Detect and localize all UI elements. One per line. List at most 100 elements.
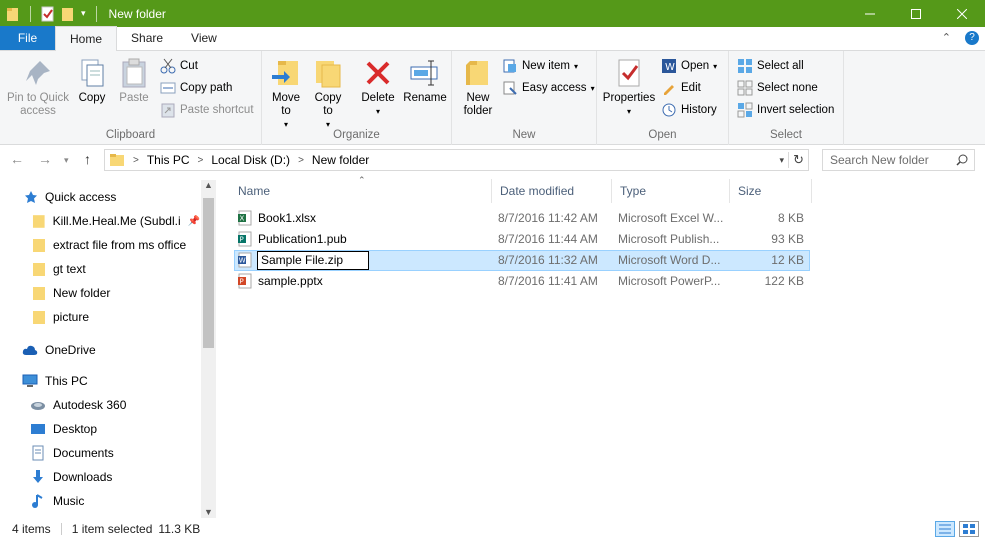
nav-item-new-folder[interactable]: New folder: [32, 282, 110, 304]
close-button[interactable]: [939, 0, 985, 27]
nav-item-downloads[interactable]: Downloads: [30, 466, 112, 488]
back-arrow-icon[interactable]: ←: [10, 151, 24, 167]
documents-icon: [32, 445, 44, 461]
properties-button[interactable]: Properties ▾: [601, 57, 657, 118]
paste-button[interactable]: Paste: [114, 57, 154, 105]
close-icon: [957, 8, 967, 19]
nav-item-documents[interactable]: Documents: [30, 442, 114, 464]
computer-icon: [22, 374, 38, 387]
large-icons-view-button[interactable]: [959, 521, 979, 537]
paste-shortcut-button[interactable]: Paste shortcut: [160, 100, 254, 120]
nav-item-gt-text[interactable]: gt text: [32, 258, 86, 280]
nav-scrollbar[interactable]: ▲ ▼: [201, 180, 216, 518]
column-header-date[interactable]: Date modified: [492, 179, 612, 203]
maximize-icon: [911, 8, 921, 19]
nav-item-music[interactable]: Music: [30, 490, 84, 512]
new-folder-icon[interactable]: [61, 6, 75, 22]
recent-locations-dropdown-icon[interactable]: ▾: [64, 155, 69, 166]
edit-button[interactable]: Edit: [661, 78, 701, 98]
maximize-button[interactable]: [893, 0, 939, 27]
address-row: ← → ▾ ↑ > This PC > Local Disk (D:) > Ne…: [0, 145, 985, 175]
select-all-button[interactable]: Select all: [737, 56, 804, 76]
nav-item-autodesk-360[interactable]: Autodesk 360: [30, 394, 126, 416]
copy-path-button[interactable]: Copy path: [160, 78, 232, 98]
refresh-icon[interactable]: ↻: [788, 152, 804, 168]
file-row-sample-pptx[interactable]: P sample.pptx 8/7/2016 11:41 AM Microsof…: [234, 271, 810, 292]
svg-text:P: P: [240, 236, 244, 244]
breadcrumb-separator-icon[interactable]: >: [133, 155, 139, 166]
powerpoint-icon: P: [238, 273, 252, 289]
cut-button[interactable]: Cut: [160, 56, 198, 76]
breadcrumb-this-pc[interactable]: This PC: [147, 153, 190, 167]
nav-item-picture[interactable]: picture: [32, 306, 89, 328]
tab-home[interactable]: Home: [55, 26, 118, 51]
column-header-size[interactable]: Size: [730, 179, 812, 203]
copy-button[interactable]: Copy: [74, 57, 110, 105]
column-header-name[interactable]: Name: [230, 179, 492, 203]
history-button[interactable]: History: [661, 100, 717, 120]
breadcrumb-separator-icon[interactable]: >: [298, 155, 304, 166]
nav-this-pc[interactable]: This PC: [22, 370, 88, 392]
address-dropdown-icon[interactable]: ▾: [779, 155, 784, 166]
nav-item-extract-file[interactable]: extract file from ms office: [32, 234, 186, 256]
history-icon: [662, 103, 676, 117]
tab-share[interactable]: Share: [117, 26, 177, 50]
nav-item-kill-me-heal-me[interactable]: Kill.Me.Heal.Me (Subdl.iR 📌: [32, 210, 200, 232]
move-to-button[interactable]: Move to ▾: [268, 57, 304, 131]
svg-text:X: X: [240, 215, 245, 223]
pin-to-quick-access-button[interactable]: Pin to Quick access: [6, 57, 70, 118]
breadcrumb-new-folder[interactable]: New folder: [312, 153, 369, 167]
easy-access-button[interactable]: Easy access ▾: [502, 78, 595, 98]
status-selected: 1 item selected: [71, 522, 153, 536]
nav-item-desktop[interactable]: Desktop: [30, 418, 97, 440]
details-view-icon: [939, 524, 951, 534]
copy-to-button[interactable]: Copy to ▾: [310, 57, 346, 131]
svg-text:W: W: [665, 62, 675, 73]
details-view-button[interactable]: [935, 521, 955, 537]
tab-view[interactable]: View: [177, 26, 231, 50]
open-button[interactable]: W Open ▾: [661, 56, 717, 76]
scroll-down-icon[interactable]: ▼: [204, 507, 213, 517]
file-row-publication1[interactable]: P Publication1.pub 8/7/2016 11:44 AM Mic…: [234, 229, 810, 250]
nav-scrollbar-thumb[interactable]: [203, 198, 214, 348]
rename-button[interactable]: Rename: [402, 57, 448, 105]
file-row-sample-file[interactable]: W Sample File.zip 8/7/2016 11:32 AM Micr…: [234, 250, 810, 271]
search-input[interactable]: Search New folder: [822, 149, 975, 171]
minimize-button[interactable]: [847, 0, 893, 27]
open-group-label: Open: [648, 129, 677, 141]
tab-file[interactable]: File: [0, 26, 55, 50]
invert-selection-button[interactable]: Invert selection: [737, 100, 834, 120]
new-item-button[interactable]: New item ▾: [502, 56, 578, 76]
paste-icon: [122, 58, 146, 88]
status-size: 11.3 KB: [158, 522, 201, 536]
up-arrow-icon[interactable]: ↑: [84, 151, 91, 167]
help-icon[interactable]: ?: [965, 31, 979, 45]
folder-icon: [110, 154, 124, 166]
select-none-button[interactable]: Select none: [737, 78, 818, 98]
properties-dropdown-icon: ▾: [626, 107, 631, 116]
quick-access-toolbar: ▾: [0, 5, 101, 22]
collapse-ribbon-icon[interactable]: ⌃: [942, 31, 951, 45]
nav-onedrive[interactable]: OneDrive: [22, 339, 96, 361]
desktop-icon: [31, 424, 45, 434]
nav-quick-access[interactable]: Quick access: [24, 186, 116, 208]
folder-icon: [33, 311, 45, 324]
customize-qa-dropdown-icon[interactable]: ▾: [81, 8, 86, 19]
address-bar[interactable]: > This PC > Local Disk (D:) > New folder…: [104, 149, 809, 171]
select-group: Select all Select none Invert selection …: [729, 51, 844, 145]
properties-icon[interactable]: [41, 6, 55, 22]
word-app-icon: W: [662, 59, 676, 73]
scroll-up-icon[interactable]: ▲: [204, 180, 213, 190]
breadcrumb-local-disk[interactable]: Local Disk (D:): [211, 153, 290, 167]
new-folder-button[interactable]: New folder: [458, 57, 498, 118]
select-all-icon: [738, 59, 752, 73]
breadcrumb-separator-icon[interactable]: >: [198, 155, 204, 166]
excel-icon: X: [238, 210, 252, 226]
delete-button[interactable]: Delete ▾: [358, 57, 398, 118]
new-group: New folder New item ▾ Easy access ▾ New: [452, 51, 597, 145]
file-row-book1[interactable]: X Book1.xlsx 8/7/2016 11:42 AM Microsoft…: [234, 208, 810, 229]
window-title: New folder: [108, 6, 166, 21]
forward-arrow-icon[interactable]: →: [38, 151, 52, 167]
column-header-type[interactable]: Type: [612, 179, 730, 203]
rename-input[interactable]: Sample File.zip: [257, 251, 369, 270]
